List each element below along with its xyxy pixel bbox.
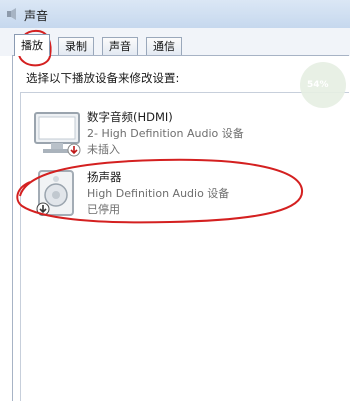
- disabled-icon: [36, 202, 50, 216]
- title-bar[interactable]: 声音: [0, 0, 350, 29]
- tab-playback[interactable]: 播放: [14, 34, 50, 56]
- device-description: High Definition Audio 设备: [87, 187, 230, 200]
- speaker-icon: [7, 8, 16, 20]
- badge-text: 54%: [307, 80, 329, 90]
- device-description: 2- High Definition Audio 设备: [87, 127, 244, 140]
- monitor-icon: [34, 112, 81, 157]
- tab-sounds[interactable]: 声音: [102, 37, 138, 55]
- tab-communications[interactable]: 通信: [146, 37, 182, 55]
- window-title: 声音: [24, 9, 49, 23]
- device-item-hdmi[interactable]: 数字音频(HDMI) 2- High Definition Audio 设备 未…: [21, 103, 349, 161]
- device-item-speakers[interactable]: 扬声器 High Definition Audio 设备 已停用: [21, 163, 349, 221]
- device-list[interactable]: 数字音频(HDMI) 2- High Definition Audio 设备 未…: [20, 92, 349, 401]
- tab-recording[interactable]: 录制: [58, 37, 94, 55]
- device-status: 已停用: [87, 203, 120, 216]
- device-name: 扬声器: [87, 170, 122, 184]
- device-status: 未插入: [87, 143, 120, 156]
- unplugged-icon: [67, 143, 81, 157]
- tab-strip: 播放 录制 声音 通信: [0, 28, 350, 56]
- speaker-icon: [36, 170, 74, 216]
- device-name: 数字音频(HDMI): [87, 110, 173, 124]
- instruction-text: 选择以下播放设备来修改设置:: [26, 71, 180, 85]
